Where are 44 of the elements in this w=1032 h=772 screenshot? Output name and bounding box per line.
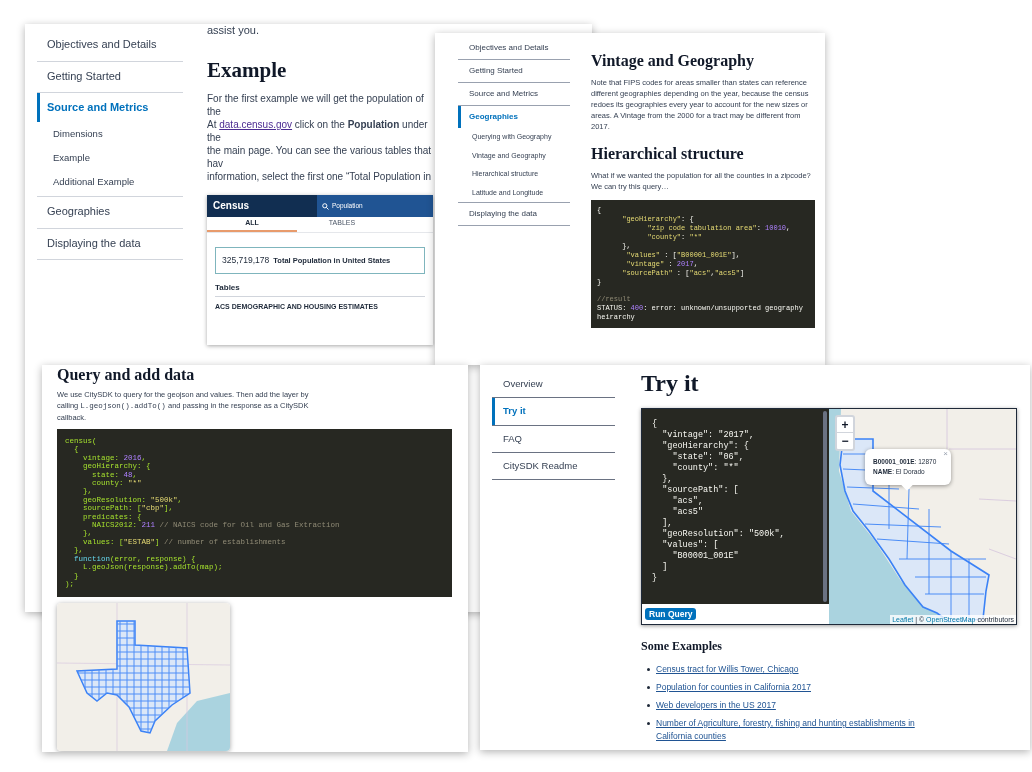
section-heading: Some Examples: [641, 639, 723, 653]
nav-link[interactable]: Source and Metrics: [458, 83, 570, 105]
nav-link[interactable]: FAQ: [492, 425, 615, 452]
paragraph-text: assist you.: [207, 24, 260, 36]
nav-link[interactable]: Try it: [492, 398, 615, 425]
population-total: 325,719,178: [222, 256, 270, 265]
scrollbar[interactable]: [823, 411, 827, 602]
section-heading: Query and add data: [57, 365, 196, 385]
nav-link[interactable]: Overview: [492, 371, 615, 398]
search-icon: [322, 202, 329, 210]
paragraph: For the first example we will get the population of the At data.census.gov click on the Population under the the main page. You can see the various tables that hav information, select the first one “Total Population in: [207, 92, 433, 183]
nav-link[interactable]: Displaying the data: [458, 203, 570, 225]
list-bullet: [647, 722, 650, 725]
example-link[interactable]: Population for counties in California 2017: [656, 681, 926, 694]
link[interactable]: data.census.gov: [219, 119, 293, 130]
list-bullet: [647, 686, 650, 689]
tables-heading: Tables: [215, 283, 425, 297]
zoom-in-button[interactable]: +: [837, 417, 853, 433]
example-link[interactable]: Census tract for Willis Tower, Chicago: [656, 663, 926, 676]
nav-link[interactable]: Source and Metrics: [37, 93, 183, 122]
nav-sublink[interactable]: Additional Example: [37, 170, 183, 195]
section-heading: Example: [207, 58, 288, 82]
section-heading: Hierarchical structure: [591, 144, 745, 164]
nav-link[interactable]: Objectives and Details: [37, 30, 183, 59]
nav-link[interactable]: Objectives and Details: [458, 37, 570, 59]
zoom-out-button[interactable]: −: [837, 433, 853, 449]
nav-link[interactable]: Geographies: [37, 197, 183, 226]
nav-link[interactable]: Displaying the data: [37, 228, 183, 258]
nav-link[interactable]: Getting Started: [37, 61, 183, 90]
nav-sublink[interactable]: Dimensions: [37, 121, 183, 146]
run-query-button[interactable]: Run Query: [645, 607, 697, 621]
code-editor[interactable]: { "vintage": "2017", "geoHierarchy": { "state": "06", "county": "*" }, "sourcePath": [ "acs", "acs5" ], "geoResolution": "500k", "values": [ "B00001_001E" ] }: [642, 409, 829, 604]
list-bullet: [647, 704, 650, 707]
example-link[interactable]: Web developers in the US 2017: [656, 699, 926, 712]
nav-link[interactable]: CitySDK Readme: [492, 452, 615, 479]
section-heading: Vintage and Geography: [591, 51, 755, 71]
page-heading: Try it: [641, 369, 700, 397]
map-drawing[interactable]: [829, 409, 1016, 624]
nav-link[interactable]: Getting Started: [458, 60, 570, 82]
list-bullet: [647, 668, 650, 671]
census-logo: Census: [213, 201, 250, 211]
nav-link[interactable]: Geographies: [458, 106, 570, 128]
example-link[interactable]: Number of Agriculture, forestry, fishing and hunting establishments in California counties: [656, 717, 926, 743]
nav-sublink[interactable]: Example: [37, 145, 183, 170]
